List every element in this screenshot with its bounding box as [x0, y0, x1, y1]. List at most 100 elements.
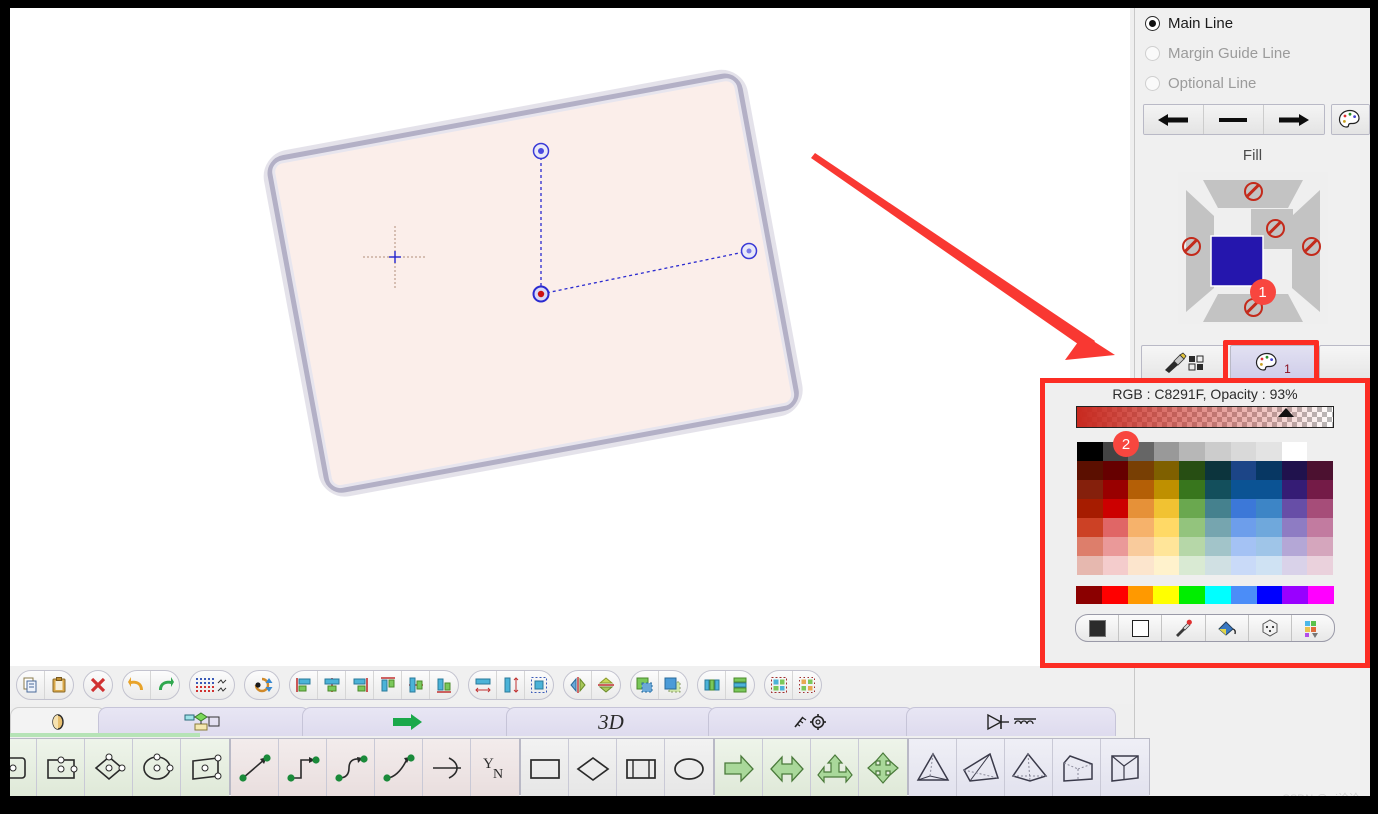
shape-node-diamond[interactable]: [85, 739, 133, 796]
color-swatch-1-5[interactable]: [1204, 461, 1231, 480]
color-swatch-5-9[interactable]: [1307, 537, 1333, 556]
distribute-v-icon[interactable]: [497, 671, 525, 699]
color-swatch-4-4[interactable]: [1179, 518, 1205, 537]
color-swatch-1-2[interactable]: [1128, 461, 1154, 480]
shape-node-parallelogram[interactable]: [181, 739, 229, 796]
rainbow-bar[interactable]: [1076, 586, 1334, 604]
color-swatch-1-0[interactable]: [1077, 461, 1103, 480]
align-center-h-icon[interactable]: [318, 671, 346, 699]
tab-3d[interactable]: 3D: [506, 707, 716, 736]
shape-diamond[interactable]: [569, 739, 617, 796]
opacity-bar[interactable]: [1076, 406, 1334, 428]
drawing-canvas[interactable]: [10, 8, 1130, 666]
palette-grid-icon[interactable]: [1292, 615, 1334, 641]
radio-indicator-optional-line[interactable]: [1145, 75, 1160, 91]
rainbow-swatch-0[interactable]: [1076, 586, 1102, 604]
color-swatch-2-3[interactable]: [1153, 480, 1180, 499]
columns-icon[interactable]: [698, 671, 726, 699]
color-swatch-4-5[interactable]: [1204, 518, 1231, 537]
color-swatch-0-5[interactable]: [1204, 442, 1231, 461]
color-swatch-6-2[interactable]: [1128, 556, 1154, 575]
color-swatch-6-1[interactable]: [1102, 556, 1129, 575]
color-swatch-5-8[interactable]: [1281, 537, 1308, 556]
connector-curve[interactable]: [375, 739, 423, 796]
color-swatch-3-3[interactable]: [1153, 499, 1180, 518]
color-swatch-1-1[interactable]: [1102, 461, 1129, 480]
line-icon[interactable]: [1203, 105, 1264, 134]
paint-bucket-icon[interactable]: [1206, 615, 1249, 641]
color-swatch-1-7[interactable]: [1256, 461, 1282, 480]
color-swatch-1-8[interactable]: [1281, 461, 1308, 480]
color-swatch-4-7[interactable]: [1256, 518, 1282, 537]
color-swatch-5-0[interactable]: [1077, 537, 1103, 556]
color-swatch-5-7[interactable]: [1256, 537, 1282, 556]
color-swatch-2-6[interactable]: [1230, 480, 1257, 499]
color-picker-popup[interactable]: RGB : C8291F, Opacity : 93% 2: [1040, 378, 1370, 668]
solid-prism[interactable]: [1053, 739, 1101, 796]
paste-icon[interactable]: [45, 671, 73, 699]
color-swatch-5-4[interactable]: [1179, 537, 1205, 556]
color-swatch-2-5[interactable]: [1204, 480, 1231, 499]
flip-horizontal-icon[interactable]: [564, 671, 592, 699]
color-swatch-0-8[interactable]: [1281, 442, 1308, 461]
arrow-right-block[interactable]: [715, 739, 763, 796]
connector-s-curve[interactable]: [327, 739, 375, 796]
brush-pattern-tab[interactable]: [1141, 345, 1226, 380]
radio-optional-line[interactable]: Optional Line: [1135, 68, 1370, 98]
color-swatch-6-9[interactable]: [1307, 556, 1333, 575]
color-swatch-0-4[interactable]: [1179, 442, 1205, 461]
redo-icon[interactable]: [151, 671, 179, 699]
solid-pyramid[interactable]: [1005, 739, 1053, 796]
color-swatch-2-4[interactable]: [1179, 480, 1205, 499]
color-swatch-4-8[interactable]: [1281, 518, 1308, 537]
arrow-split-up[interactable]: [811, 739, 859, 796]
rainbow-swatch-4[interactable]: [1179, 586, 1205, 604]
color-swatch-1-4[interactable]: [1179, 461, 1205, 480]
color-swatch-3-2[interactable]: [1128, 499, 1154, 518]
send-backward-icon[interactable]: [631, 671, 659, 699]
align-right-icon[interactable]: [346, 671, 374, 699]
color-swatch-3-4[interactable]: [1179, 499, 1205, 518]
tab-settings[interactable]: [708, 707, 914, 736]
rows-icon[interactable]: [726, 671, 754, 699]
color-swatch-5-1[interactable]: [1102, 537, 1129, 556]
solid-tetrahedron[interactable]: [909, 739, 957, 796]
color-swatch-3-8[interactable]: [1281, 499, 1308, 518]
radio-margin-guide-line[interactable]: Margin Guide Line: [1135, 38, 1370, 68]
radio-indicator-margin-guide-line[interactable]: [1145, 45, 1160, 61]
color-swatch-1-3[interactable]: [1153, 461, 1180, 480]
shape-node-rect[interactable]: [37, 739, 85, 796]
arrow-double-horizontal[interactable]: [763, 739, 811, 796]
color-swatch-2-8[interactable]: [1281, 480, 1308, 499]
shape-node-ellipse[interactable]: [133, 739, 181, 796]
rainbow-swatch-7[interactable]: [1256, 586, 1283, 604]
color-swatch-2-0[interactable]: [1077, 480, 1103, 499]
color-swatch-6-5[interactable]: [1204, 556, 1231, 575]
rainbow-swatch-8[interactable]: [1282, 586, 1309, 604]
foreground-color-swatch[interactable]: [1076, 615, 1120, 641]
color-swatch-0-3[interactable]: [1153, 442, 1180, 461]
color-swatch-1-9[interactable]: [1307, 461, 1333, 480]
align-bottom-icon[interactable]: [430, 671, 458, 699]
color-swatch-6-6[interactable]: [1230, 556, 1257, 575]
color-swatch-0-9[interactable]: [1307, 442, 1333, 461]
fill-face-selector[interactable]: 1: [1177, 172, 1328, 324]
tab-flowchart[interactable]: [98, 707, 310, 736]
shape-ellipse[interactable]: [665, 739, 713, 796]
color-swatch-0-6[interactable]: [1230, 442, 1257, 461]
arrow-right-icon[interactable]: [1263, 105, 1324, 134]
color-swatch-2-7[interactable]: [1256, 480, 1282, 499]
color-swatch-6-8[interactable]: [1281, 556, 1308, 575]
connector-straight[interactable]: [231, 739, 279, 796]
color-swatch-2-1[interactable]: [1102, 480, 1129, 499]
dice-random-icon[interactable]: [1249, 615, 1292, 641]
color-swatch-4-3[interactable]: [1153, 518, 1180, 537]
color-swatch-6-0[interactable]: [1077, 556, 1103, 575]
arrow-left-icon[interactable]: [1144, 105, 1204, 134]
bring-forward-icon[interactable]: [659, 671, 687, 699]
solid-oblique-pyramid[interactable]: [957, 739, 1005, 796]
rainbow-swatch-6[interactable]: [1230, 586, 1257, 604]
color-swatch-grid[interactable]: [1077, 442, 1333, 575]
connector-elbow[interactable]: [279, 739, 327, 796]
solid-cube[interactable]: [1101, 739, 1149, 796]
